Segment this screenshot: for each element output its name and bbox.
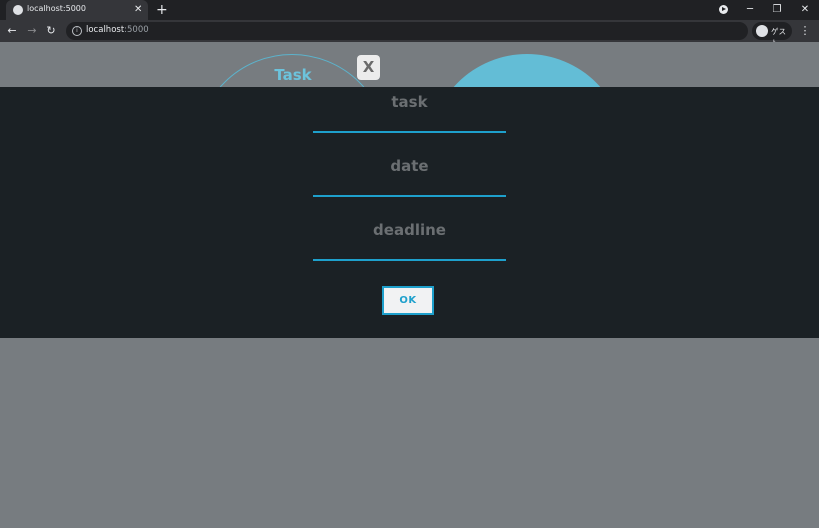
browser-tab-strip: localhost:5000 ✕ + ─ ❐ ✕ — [0, 0, 819, 20]
date-field-label: date — [390, 157, 429, 175]
background-task-label: Task — [274, 66, 312, 84]
media-control-icon[interactable] — [719, 5, 728, 14]
address-bar[interactable]: i localhost:5000 — [66, 22, 748, 40]
reload-button[interactable]: ↻ — [43, 23, 59, 39]
task-field[interactable]: task — [313, 87, 506, 133]
tab-close-icon[interactable]: ✕ — [134, 3, 142, 16]
deadline-field-label: deadline — [373, 221, 446, 239]
new-tab-button[interactable]: + — [156, 2, 168, 18]
info-icon[interactable]: i — [72, 26, 82, 36]
url-host: localhost — [86, 25, 125, 35]
avatar-icon — [756, 25, 768, 37]
ok-button[interactable]: OK — [382, 286, 434, 315]
task-form-modal: task date deadline OK — [0, 87, 819, 338]
forward-button[interactable]: → — [24, 23, 40, 39]
url-text[interactable]: localhost:5000 — [86, 25, 149, 35]
browser-menu-icon[interactable]: ⋮ — [798, 23, 812, 39]
page-viewport: Task X task date deadline OK — [0, 42, 819, 528]
profile-button[interactable]: ゲスト — [752, 22, 792, 47]
url-port: :5000 — [124, 25, 149, 35]
browser-tab[interactable]: localhost:5000 ✕ — [6, 0, 148, 20]
task-field-label: task — [391, 93, 428, 111]
deadline-field[interactable]: deadline — [313, 215, 506, 261]
browser-toolbar: ← → ↻ i localhost:5000 ゲスト ⋮ — [0, 20, 819, 47]
globe-icon — [13, 5, 23, 15]
back-button[interactable]: ← — [4, 23, 20, 39]
close-modal-button[interactable]: X — [357, 55, 380, 80]
restore-button[interactable]: ❐ — [769, 2, 785, 18]
close-window-button[interactable]: ✕ — [797, 2, 813, 18]
tab-title: localhost:5000 — [27, 4, 86, 13]
date-field[interactable]: date — [313, 151, 506, 197]
minimize-button[interactable]: ─ — [742, 2, 758, 18]
